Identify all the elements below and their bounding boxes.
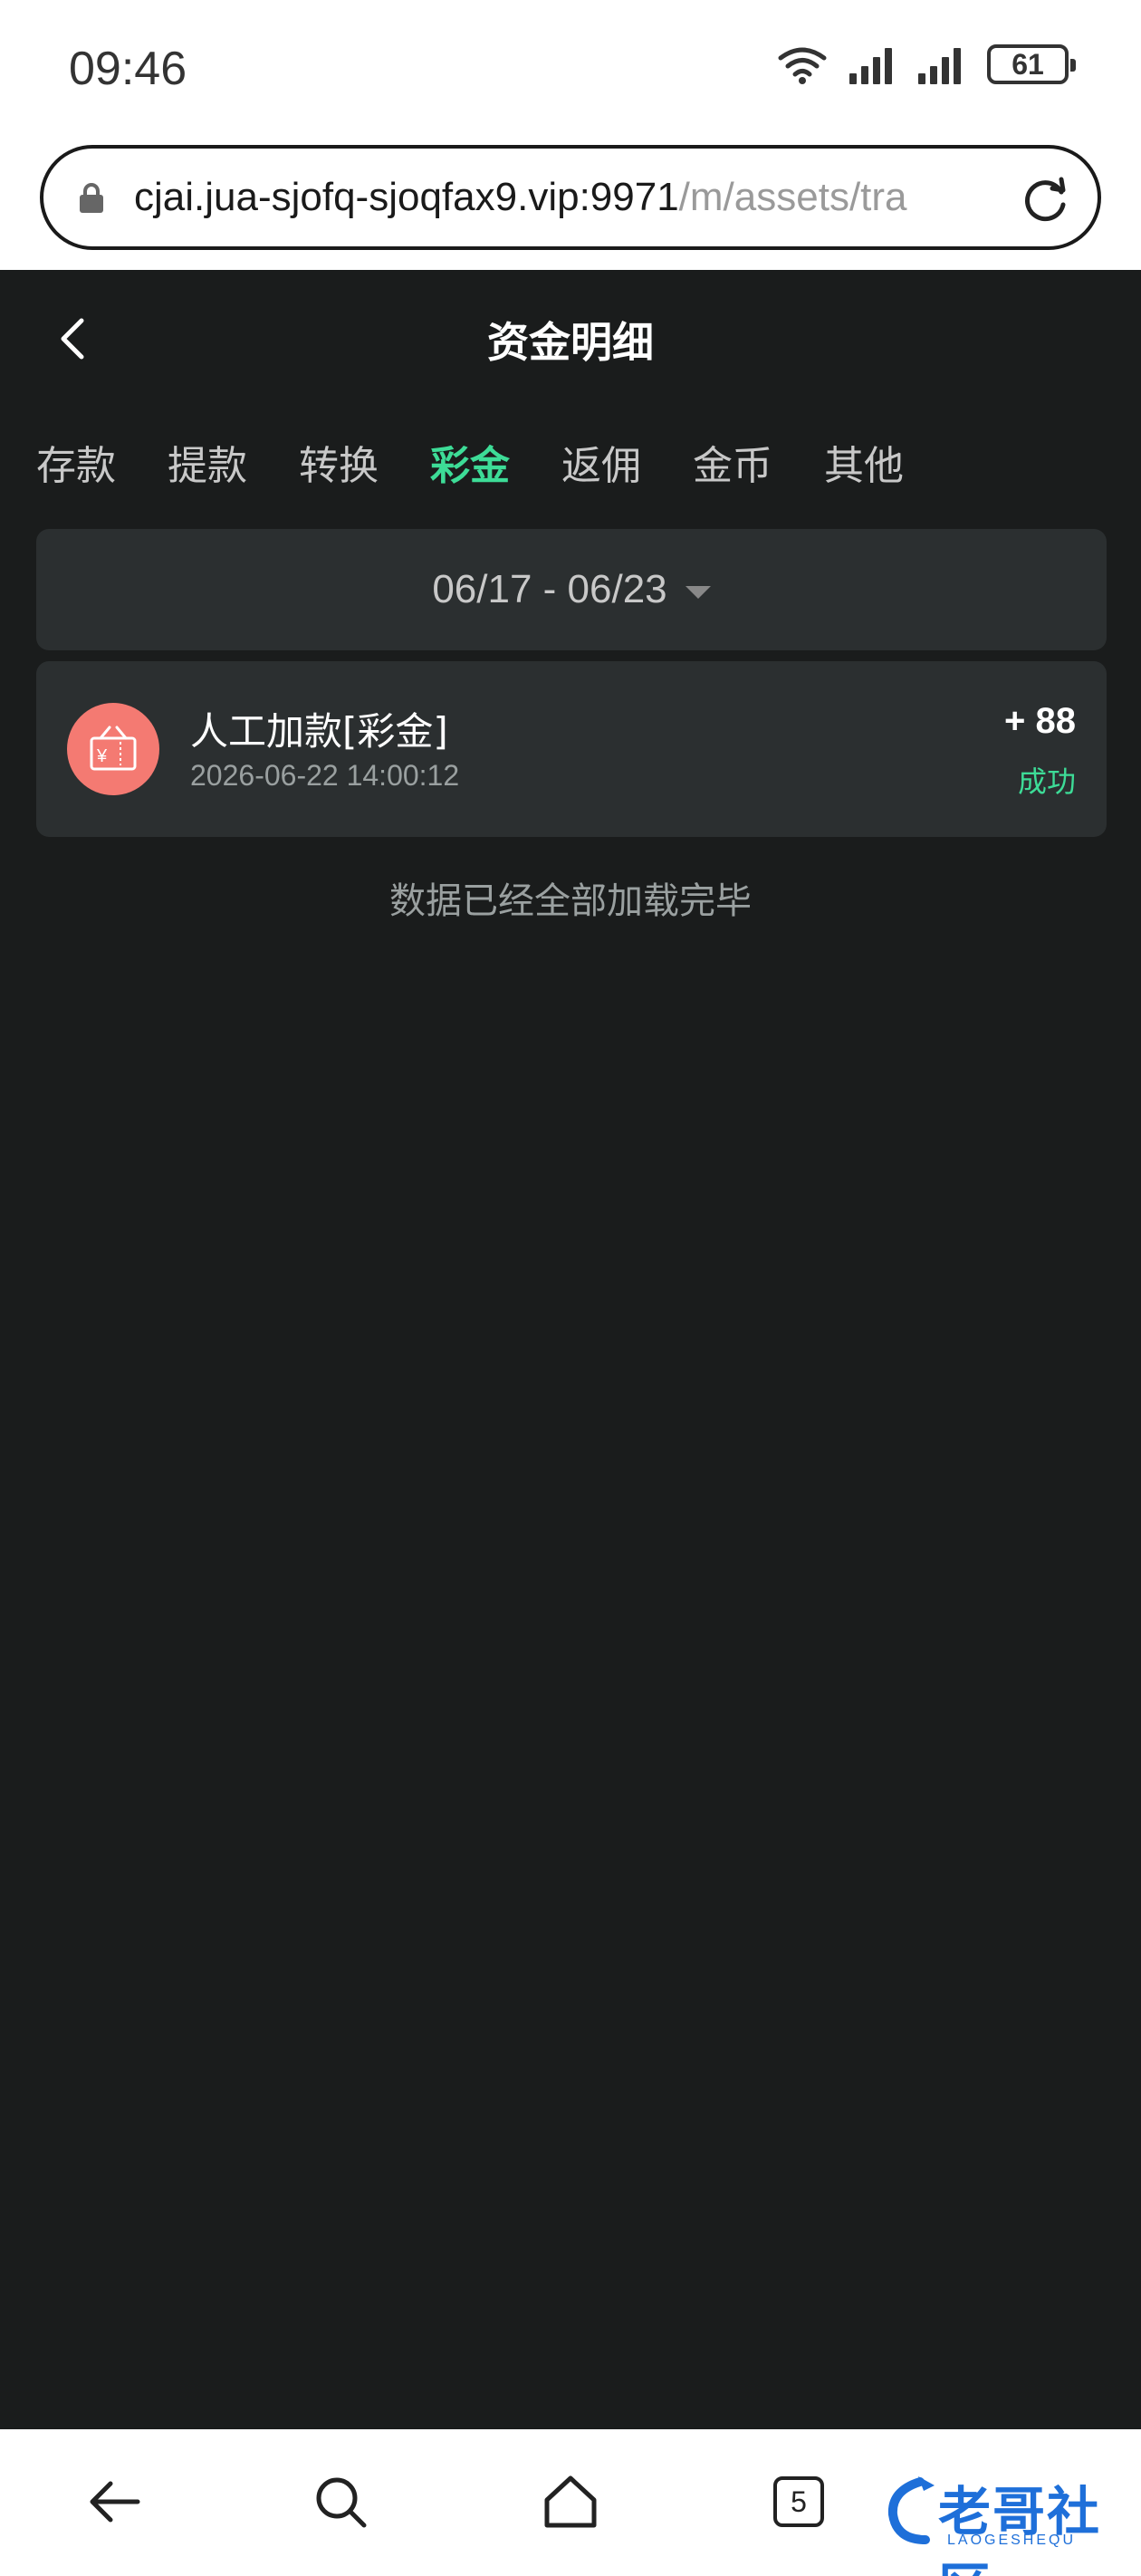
battery-icon: 61 — [987, 44, 1076, 84]
tabs-button[interactable]: 5 — [762, 2465, 835, 2538]
wifi-icon — [778, 47, 827, 84]
url-host: cjai.jua-sjofq-sjoqfax9.vip:9971 — [134, 175, 679, 219]
category-tabs: 存款 提款 转换 彩金 返佣 金币 其他 — [36, 433, 955, 491]
watermark-text: 老哥社区 — [938, 2481, 1102, 2576]
tab-coins[interactable]: 金币 — [693, 433, 824, 491]
tab-deposit[interactable]: 存款 — [36, 433, 168, 491]
list-item[interactable]: ¥ 人工加款[彩金] 2026-06-22 14:00:12 + 88 成功 — [36, 661, 1107, 837]
page-title: 资金明细 — [487, 318, 654, 367]
watermark-sub: LAOGESHEQU — [947, 2533, 1077, 2548]
url-bar[interactable]: cjai.jua-sjofq-sjoqfax9.vip:9971/m/asset… — [40, 145, 1101, 250]
status-bar: 09:46 61 — [0, 0, 1141, 136]
gift-icon: ¥ — [67, 703, 159, 795]
date-filter[interactable]: 06/17 - 06/23 — [36, 529, 1107, 650]
status-time: 09:46 — [69, 43, 187, 95]
record-amount: + 88 — [1004, 701, 1076, 741]
date-range: 06/17 - 06/23 — [432, 567, 667, 611]
lock-icon[interactable] — [80, 183, 103, 213]
list-end-text: 数据已经全部加载完毕 — [389, 880, 752, 922]
record-title: 人工加款[彩金] — [190, 709, 448, 754]
tab-other[interactable]: 其他 — [824, 433, 955, 491]
watermark-logo: 老哥社区 LAOGESHEQU — [884, 2469, 1110, 2576]
header: 资金明细 — [0, 270, 1141, 406]
home-icon — [544, 2475, 597, 2528]
tab-withdraw[interactable]: 提款 — [168, 433, 299, 491]
record-status: 成功 — [1017, 764, 1076, 799]
battery-level: 61 — [1012, 47, 1044, 81]
signal-icon-2 — [918, 44, 967, 84]
arrow-left-icon — [90, 2481, 140, 2523]
home-button[interactable] — [534, 2465, 607, 2538]
tab-count: 5 — [773, 2476, 824, 2527]
svg-text:¥: ¥ — [96, 746, 108, 766]
back-button[interactable] — [78, 2465, 150, 2538]
search-button[interactable] — [304, 2465, 377, 2538]
tab-bonus[interactable]: 彩金 — [430, 433, 561, 491]
url-text[interactable]: cjai.jua-sjofq-sjoqfax9.vip:9971/m/asset… — [134, 175, 985, 220]
app-content: 资金明细 存款 提款 转换 彩金 返佣 金币 其他 06/17 - 06/23 … — [0, 270, 1141, 2429]
browser-bottom-nav: 5 老哥社区 LAOGESHEQU — [0, 2429, 1141, 2576]
search-icon — [316, 2477, 367, 2528]
record-time: 2026-06-22 14:00:12 — [190, 759, 460, 792]
tab-rebate[interactable]: 返佣 — [561, 433, 693, 491]
status-icons: 61 — [775, 43, 1076, 85]
reload-icon[interactable] — [1020, 176, 1070, 226]
caret-down-icon — [685, 586, 711, 599]
url-path: /m/assets/tra — [678, 175, 907, 219]
signal-icon — [849, 44, 898, 84]
tab-transfer[interactable]: 转换 — [299, 433, 430, 491]
